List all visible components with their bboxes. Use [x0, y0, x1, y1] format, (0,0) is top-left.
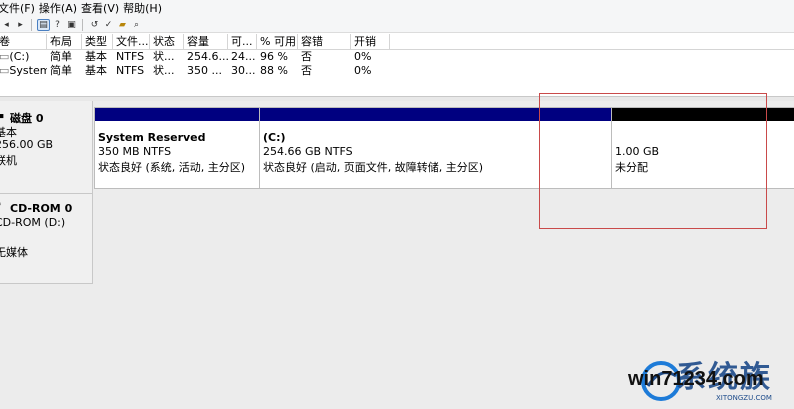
- col-layout[interactable]: 布局: [47, 34, 82, 50]
- menu-help[interactable]: 帮助(H): [123, 0, 166, 17]
- partition-system-reserved[interactable]: System Reserved 350 MB NTFS 状态良好 (系统, 活动…: [94, 107, 260, 189]
- cdrom-0-label[interactable]: ◦ CD-ROM 0 CD-ROM (D:) 无媒体: [0, 194, 93, 284]
- menu-action[interactable]: 操作(A): [39, 0, 81, 17]
- cdrom-0-title: CD-ROM 0: [10, 202, 73, 215]
- cell-filesystem: NTFS: [116, 50, 145, 63]
- volume-icon: ▭: [0, 50, 10, 63]
- toolbar-separator: [82, 18, 84, 31]
- partition-status: 状态良好 (启动, 页面文件, 故障转储, 主分区): [263, 161, 484, 174]
- col-filesystem[interactable]: 文件...: [113, 34, 150, 50]
- disk-icon: ▬: [0, 109, 4, 122]
- cell-type: 基本: [85, 50, 107, 63]
- cell-layout: 简单: [50, 64, 72, 77]
- cell-percent-free: 88 %: [260, 64, 288, 77]
- col-status[interactable]: 状态: [150, 34, 184, 50]
- cell-type: 基本: [85, 64, 107, 77]
- cdrom-icon: ◦: [0, 198, 3, 211]
- cell-volume: ▭System...: [0, 64, 47, 77]
- properties-icon[interactable]: ▣: [65, 19, 78, 31]
- cell-filesystem: NTFS: [116, 64, 145, 77]
- refresh-icon[interactable]: ↺: [88, 19, 101, 31]
- cell-overhead: 0%: [354, 64, 372, 77]
- cell-layout: 简单: [50, 50, 72, 63]
- cdrom-0-drive: CD-ROM (D:): [0, 216, 66, 229]
- watermark-small-text: XITONGZU.COM: [716, 394, 772, 402]
- table-row[interactable]: ▭System... 简单 基本 NTFS 状... 350 ... 30...…: [0, 64, 794, 78]
- toolbar: ◂ ▸ ▤ ? ▣ ↺ ✓ ▰ ⌕: [0, 17, 794, 33]
- cell-free-space: 24...: [231, 50, 256, 63]
- cdrom-0-media: 无媒体: [0, 246, 28, 259]
- cell-fault-tolerance: 否: [301, 50, 312, 63]
- cell-percent-free: 96 %: [260, 50, 288, 63]
- volume-list-header: 卷 布局 类型 文件... 状态 容量 可... % 可用 容错 开销: [0, 34, 794, 50]
- search-icon[interactable]: ⌕: [130, 19, 143, 31]
- partition-bar: [95, 108, 259, 121]
- toolbar-separator: [31, 18, 33, 31]
- check-icon[interactable]: ✓: [102, 19, 115, 31]
- disk-0-status: 联机: [0, 154, 17, 167]
- cell-volume: ▭(C:): [0, 50, 30, 63]
- open-icon[interactable]: ▰: [116, 19, 129, 31]
- menu-view[interactable]: 查看(V): [81, 0, 123, 17]
- col-capacity[interactable]: 容量: [184, 34, 228, 50]
- col-percent-free[interactable]: % 可用: [257, 34, 298, 50]
- partition-status: 状态良好 (系统, 活动, 主分区): [98, 161, 246, 174]
- partition-size: 254.66 GB NTFS: [263, 145, 353, 158]
- cell-status: 状...: [153, 50, 175, 63]
- cell-fault-tolerance: 否: [301, 64, 312, 77]
- back-icon[interactable]: ◂: [0, 19, 13, 31]
- cell-capacity: 350 ...: [187, 64, 222, 77]
- col-overhead[interactable]: 开销: [351, 34, 390, 50]
- watermark-url: win71234.com: [628, 368, 764, 390]
- menu-bar: 文件(F) 操作(A) 查看(V) 帮助(H): [0, 0, 794, 17]
- cell-overhead: 0%: [354, 50, 372, 63]
- menu-file[interactable]: 文件(F): [0, 0, 39, 17]
- col-fault-tolerance[interactable]: 容错: [298, 34, 351, 50]
- partition-size: 350 MB NTFS: [98, 145, 172, 158]
- col-type[interactable]: 类型: [82, 34, 113, 50]
- table-row[interactable]: ▭(C:) 简单 基本 NTFS 状... 254.6... 24... 96 …: [0, 50, 794, 64]
- forward-icon[interactable]: ▸: [14, 19, 27, 31]
- watermark: 系统族 win71234.com XITONGZU.COM: [620, 352, 794, 409]
- highlight-annotation: [539, 93, 767, 229]
- cell-capacity: 254.6...: [187, 50, 228, 63]
- disk-0-size: 256.00 GB: [0, 138, 54, 151]
- help-icon[interactable]: ?: [51, 19, 64, 31]
- col-volume[interactable]: 卷: [0, 34, 47, 50]
- volume-icon: ▭: [0, 64, 10, 77]
- disk-0-label[interactable]: ▬ 磁盘 0 基本 256.00 GB 联机: [0, 101, 93, 194]
- partition-name: System Reserved: [98, 131, 206, 144]
- partition-name: (C:): [263, 131, 286, 144]
- col-free-space[interactable]: 可...: [228, 34, 257, 50]
- list-icon[interactable]: ▤: [37, 18, 50, 31]
- cell-status: 状...: [153, 64, 175, 77]
- cell-free-space: 30...: [231, 64, 256, 77]
